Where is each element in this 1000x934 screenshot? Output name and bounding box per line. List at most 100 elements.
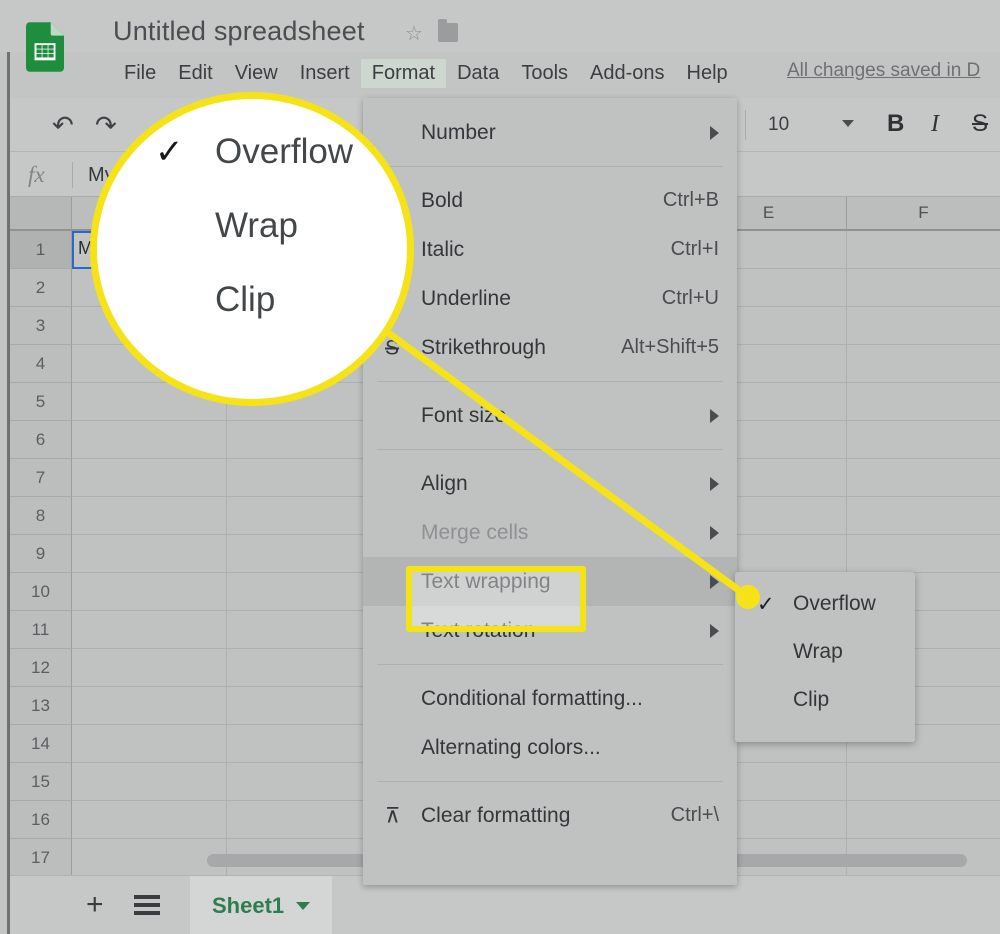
format-menu-item-italic[interactable]: IItalicCtrl+I: [363, 225, 737, 274]
cell-F16[interactable]: [847, 801, 1000, 839]
formula-bar-divider: [72, 162, 73, 188]
document-title[interactable]: Untitled spreadsheet: [113, 16, 365, 47]
format-menu-label: Bold: [421, 188, 464, 212]
menu-item-help[interactable]: Help: [676, 59, 739, 88]
italic-button[interactable]: I: [931, 110, 939, 139]
cell-A14[interactable]: [72, 725, 227, 763]
cell-A10[interactable]: [72, 573, 227, 611]
star-icon[interactable]: ☆: [405, 24, 423, 44]
row-header-3[interactable]: 3: [10, 307, 72, 345]
menu-item-insert[interactable]: Insert: [289, 59, 361, 88]
row-header-13[interactable]: 13: [10, 687, 72, 725]
cell-B11[interactable]: [227, 611, 382, 649]
menu-item-tools[interactable]: Tools: [510, 59, 579, 88]
cell-A15[interactable]: [72, 763, 227, 801]
submenu-item-overflow[interactable]: ✓ Overflow: [735, 580, 915, 628]
cell-B12[interactable]: [227, 649, 382, 687]
chevron-down-icon[interactable]: [842, 120, 854, 127]
format-menu-item-align[interactable]: Align: [363, 459, 737, 508]
cell-F4[interactable]: [847, 345, 1000, 383]
submenu-item-clip[interactable]: Clip: [735, 676, 915, 724]
cell-F8[interactable]: [847, 497, 1000, 535]
row-header-4[interactable]: 4: [10, 345, 72, 383]
format-menu-item-underline[interactable]: UUnderlineCtrl+U: [363, 274, 737, 323]
format-menu-item-bold[interactable]: BBoldCtrl+B: [363, 176, 737, 225]
folder-icon[interactable]: [438, 19, 458, 42]
cell-B7[interactable]: [227, 459, 382, 497]
menu-item-file[interactable]: File: [113, 59, 167, 88]
cell-A12[interactable]: [72, 649, 227, 687]
cell-A7[interactable]: [72, 459, 227, 497]
bold-button[interactable]: B: [887, 110, 904, 139]
cell-F5[interactable]: [847, 383, 1000, 421]
format-menu-item-alternating-colors[interactable]: Alternating colors...: [363, 723, 737, 772]
cell-B13[interactable]: [227, 687, 382, 725]
menu-item-data[interactable]: Data: [446, 59, 510, 88]
cell-B10[interactable]: [227, 573, 382, 611]
row-header-9[interactable]: 9: [10, 535, 72, 573]
row-header-16[interactable]: 16: [10, 801, 72, 839]
format-menu-label: Alternating colors...: [421, 735, 601, 759]
cell-F3[interactable]: [847, 307, 1000, 345]
format-menu-item-conditional-formatting[interactable]: Conditional formatting...: [363, 674, 737, 723]
submenu-item-wrap[interactable]: Wrap: [735, 628, 915, 676]
clear-formatting-icon: ⊼: [385, 804, 401, 827]
all-sheets-icon[interactable]: [134, 895, 160, 915]
cell-A9[interactable]: [72, 535, 227, 573]
cell-B6[interactable]: [227, 421, 382, 459]
chevron-right-icon: [710, 525, 719, 540]
row-header-14[interactable]: 14: [10, 725, 72, 763]
cell-F15[interactable]: [847, 763, 1000, 801]
add-sheet-icon[interactable]: +: [86, 890, 104, 920]
row-header-10[interactable]: 10: [10, 573, 72, 611]
menu-item-edit[interactable]: Edit: [167, 59, 223, 88]
cell-A13[interactable]: [72, 687, 227, 725]
row-header-7[interactable]: 7: [10, 459, 72, 497]
chevron-down-icon[interactable]: [296, 901, 311, 910]
cell-A11[interactable]: [72, 611, 227, 649]
save-status-link[interactable]: All changes saved in D: [787, 60, 980, 82]
cell-A6[interactable]: [72, 421, 227, 459]
magnifier-item-wrap[interactable]: Wrap: [215, 206, 298, 246]
format-menu-item-clear-formatting[interactable]: ⊼ Clear formatting Ctrl+\: [363, 791, 737, 840]
format-menu-item-strikethrough[interactable]: S Strikethrough Alt+Shift+5: [363, 323, 737, 372]
format-menu-item-number[interactable]: Number: [363, 108, 737, 157]
row-header-1[interactable]: 1: [10, 231, 72, 269]
row-header-12[interactable]: 12: [10, 649, 72, 687]
cell-B14[interactable]: [227, 725, 382, 763]
cell-A16[interactable]: [72, 801, 227, 839]
select-all-corner[interactable]: [10, 197, 72, 231]
format-menu-label: Merge cells: [421, 520, 529, 544]
cell-F9[interactable]: [847, 535, 1000, 573]
cell-F1[interactable]: [847, 231, 1000, 269]
menu-item-addons[interactable]: Add-ons: [579, 59, 676, 88]
cell-F7[interactable]: [847, 459, 1000, 497]
cell-B15[interactable]: [227, 763, 382, 801]
column-header-f[interactable]: F: [847, 197, 1000, 231]
format-menu-item-font-size[interactable]: Font size: [363, 391, 737, 440]
magnifier-item-clip[interactable]: Clip: [215, 280, 275, 320]
row-header-5[interactable]: 5: [10, 383, 72, 421]
cell-A8[interactable]: [72, 497, 227, 535]
font-size-input[interactable]: 10: [768, 114, 789, 136]
redo-icon[interactable]: ↷: [95, 112, 117, 138]
row-header-17[interactable]: 17: [10, 839, 72, 875]
magnifier-item-overflow[interactable]: Overflow: [215, 132, 353, 172]
undo-icon[interactable]: ↶: [52, 112, 74, 138]
cell-B16[interactable]: [227, 801, 382, 839]
cell-F6[interactable]: [847, 421, 1000, 459]
menu-item-format[interactable]: Format: [360, 58, 447, 88]
menu-divider: [377, 781, 723, 782]
row-header-11[interactable]: 11: [10, 611, 72, 649]
strikethrough-button[interactable]: S: [972, 110, 988, 139]
sheet-tab-sheet1[interactable]: Sheet1: [190, 876, 333, 934]
menu-item-view[interactable]: View: [224, 59, 289, 88]
cell-F2[interactable]: [847, 269, 1000, 307]
row-header-2[interactable]: 2: [10, 269, 72, 307]
row-header-15[interactable]: 15: [10, 763, 72, 801]
row-header-8[interactable]: 8: [10, 497, 72, 535]
row-header-6[interactable]: 6: [10, 421, 72, 459]
cell-B8[interactable]: [227, 497, 382, 535]
toolbar-divider: [745, 110, 746, 140]
cell-B9[interactable]: [227, 535, 382, 573]
